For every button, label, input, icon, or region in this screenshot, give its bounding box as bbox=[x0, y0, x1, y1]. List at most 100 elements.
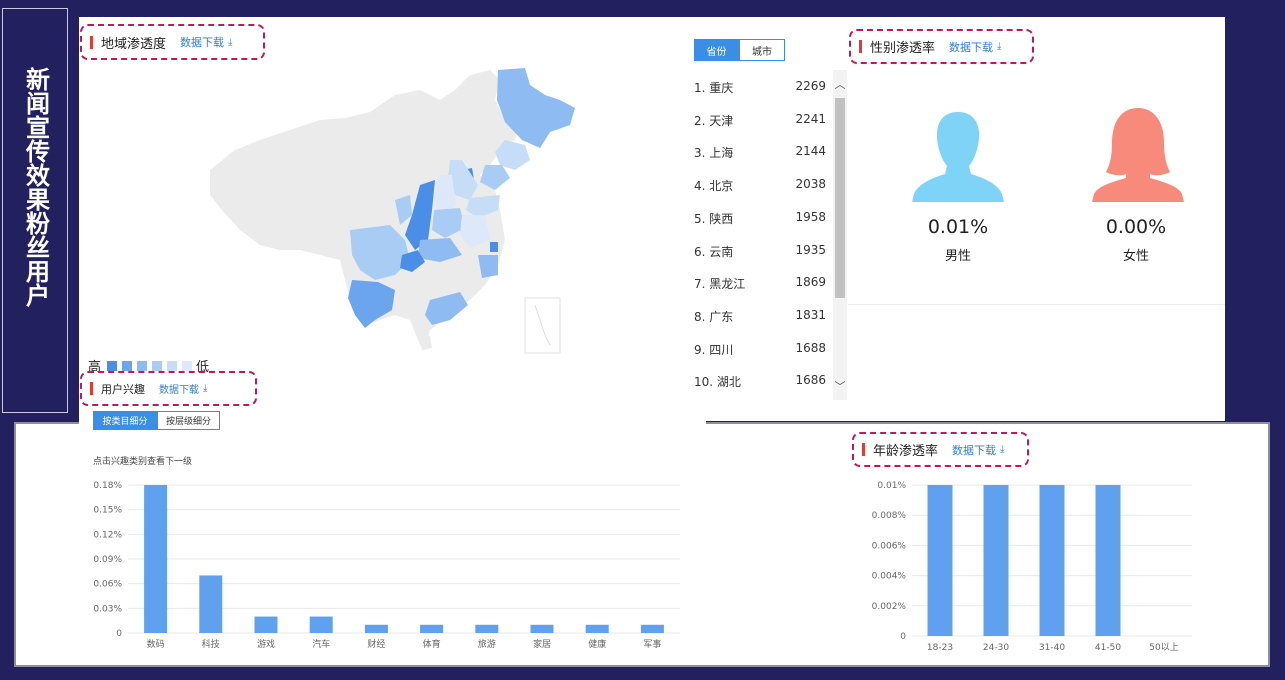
bar[interactable] bbox=[475, 624, 499, 633]
female-label: 女性 bbox=[1122, 249, 1149, 264]
map-hainan bbox=[420, 336, 432, 350]
bar[interactable] bbox=[254, 616, 278, 633]
ranking-scrollbar[interactable]: ︿ ﹀ bbox=[833, 70, 847, 400]
y-tick-label: 0.18% bbox=[93, 481, 122, 491]
x-tick-label: 财经 bbox=[367, 638, 385, 650]
region-title: 地域渗透度 bbox=[101, 36, 167, 52]
bar[interactable] bbox=[309, 616, 333, 633]
ranking-value: 1831 bbox=[795, 307, 826, 322]
ranking-province-name: 6. 云南 bbox=[694, 244, 734, 259]
bar[interactable] bbox=[585, 624, 609, 633]
ranking-province-name: 5. 陕西 bbox=[694, 211, 734, 226]
y-tick-label: 0.12% bbox=[93, 530, 122, 540]
scroll-down-icon[interactable]: ﹀ bbox=[833, 378, 847, 394]
gender-download-link[interactable]: 数据下载 ⤓ bbox=[949, 39, 1001, 55]
region-header: 地域渗透度 数据下载 ⤓ bbox=[80, 24, 265, 60]
tab-province[interactable]: 省份 bbox=[694, 39, 739, 61]
ranking-province-name: 7. 黑龙江 bbox=[694, 277, 746, 292]
x-tick-label: 科技 bbox=[202, 638, 220, 650]
bar[interactable] bbox=[199, 575, 223, 633]
china-map[interactable] bbox=[200, 62, 590, 357]
bar[interactable] bbox=[927, 485, 953, 636]
download-label: 数据下载 bbox=[952, 443, 997, 457]
tab-by-level[interactable]: 按层级细分 bbox=[157, 411, 220, 430]
bar[interactable] bbox=[420, 624, 444, 633]
bar[interactable] bbox=[983, 485, 1009, 636]
interest-bar-chart[interactable]: 0 0.03% 0.06% 0.09% 0.12% 0.15% 0.18% 数码 科技 游戏 汽车 财… bbox=[88, 476, 688, 654]
y-tick-label: 0 bbox=[900, 632, 906, 642]
ranking-province-name: 4. 北京 bbox=[694, 179, 734, 194]
bar[interactable] bbox=[364, 624, 388, 633]
x-tick-label: 军事 bbox=[643, 638, 661, 650]
x-tick-label: 游戏 bbox=[257, 638, 275, 650]
bar[interactable] bbox=[640, 624, 664, 633]
x-tick-label: 18-23 bbox=[927, 643, 953, 653]
x-tick-label: 汽车 bbox=[312, 638, 330, 650]
x-tick-label: 家居 bbox=[533, 638, 551, 650]
legend-swatch bbox=[182, 360, 193, 371]
bar[interactable] bbox=[1095, 485, 1121, 636]
ranking-province-name: 1. 重庆 bbox=[694, 81, 734, 95]
gender-divider bbox=[848, 304, 1225, 305]
ranking-value: 1935 bbox=[795, 242, 826, 257]
interest-header: 用户兴趣 数据下载 ⤓ bbox=[80, 371, 257, 406]
x-tick-label: 50以上 bbox=[1149, 642, 1178, 653]
download-icon: ⤓ bbox=[1000, 444, 1005, 455]
male-label: 男性 bbox=[944, 249, 971, 264]
ranking-province-name: 9. 四川 bbox=[694, 342, 734, 357]
gender-title: 性别渗透率 bbox=[870, 41, 936, 56]
male-percent: 0.01% bbox=[927, 216, 989, 238]
ranking-value: 2269 bbox=[795, 79, 826, 93]
age-header: 年龄渗透率 数据下载 ⤓ bbox=[852, 432, 1029, 467]
interest-download-link[interactable]: 数据下载 ⤓ bbox=[159, 381, 207, 396]
ranking-value: 1869 bbox=[795, 275, 826, 290]
x-tick-label: 体育 bbox=[423, 638, 441, 650]
x-tick-label: 旅游 bbox=[478, 638, 496, 650]
age-download-link[interactable]: 数据下载 ⤓ bbox=[952, 442, 1004, 458]
bar[interactable] bbox=[1039, 485, 1065, 636]
interest-title: 用户兴趣 bbox=[101, 382, 145, 396]
ranking-value: 2144 bbox=[795, 144, 826, 159]
region-download-link[interactable]: 数据下载 ⤓ bbox=[180, 34, 232, 50]
tab-by-category[interactable]: 按类目细分 bbox=[93, 411, 157, 430]
age-bar-chart[interactable]: 0 0.002% 0.004% 0.006% 0.008% 0.01% 18-23 24-30… bbox=[856, 476, 1201, 658]
interest-hint: 点击兴趣类别查看下一级 bbox=[93, 457, 193, 467]
y-tick-label: 0 bbox=[116, 629, 122, 639]
ranking-value: 2038 bbox=[795, 177, 826, 192]
scroll-up-icon[interactable]: ︿ bbox=[833, 76, 847, 92]
header-marker bbox=[90, 35, 93, 49]
legend-swatch bbox=[122, 360, 133, 371]
ranking-value: 1958 bbox=[795, 209, 826, 224]
y-tick-label: 0.008% bbox=[872, 511, 907, 521]
ranking-value: 1688 bbox=[795, 340, 826, 355]
bar[interactable] bbox=[144, 485, 168, 633]
x-tick-label: 24-30 bbox=[983, 643, 1009, 653]
male-avatar-icon bbox=[912, 112, 1004, 202]
tab-city[interactable]: 城市 bbox=[739, 39, 785, 61]
y-tick-label: 0.09% bbox=[93, 555, 122, 565]
x-tick-label: 健康 bbox=[588, 638, 606, 650]
y-tick-label: 0.15% bbox=[93, 506, 122, 516]
download-label: 数据下载 bbox=[159, 385, 199, 396]
y-tick-label: 0.01% bbox=[877, 481, 906, 491]
y-tick-label: 0.06% bbox=[93, 580, 122, 590]
scroll-thumb[interactable] bbox=[835, 98, 845, 298]
legend-swatch bbox=[137, 360, 148, 371]
y-tick-label: 0.004% bbox=[872, 572, 907, 582]
header-marker bbox=[859, 40, 862, 53]
download-icon: ⤓ bbox=[997, 41, 1002, 52]
ranking-province-name: 10. 湖北 bbox=[694, 375, 741, 390]
download-icon: ⤓ bbox=[228, 36, 233, 48]
bar[interactable] bbox=[530, 624, 554, 633]
side-title: 新闻宣传效果粉丝用户 bbox=[21, 67, 50, 307]
header-marker bbox=[90, 382, 93, 395]
age-title: 年龄渗透率 bbox=[873, 444, 939, 459]
ranking-value: 1686 bbox=[795, 373, 826, 388]
legend-swatch bbox=[167, 360, 178, 371]
x-tick-label: 31-40 bbox=[1039, 643, 1065, 653]
female-percent: 0.00% bbox=[1105, 216, 1167, 238]
x-tick-label: 数码 bbox=[147, 638, 165, 650]
ranking-province-name: 3. 上海 bbox=[694, 146, 734, 161]
download-label: 数据下载 bbox=[180, 36, 225, 49]
map-yunnan bbox=[348, 280, 395, 328]
